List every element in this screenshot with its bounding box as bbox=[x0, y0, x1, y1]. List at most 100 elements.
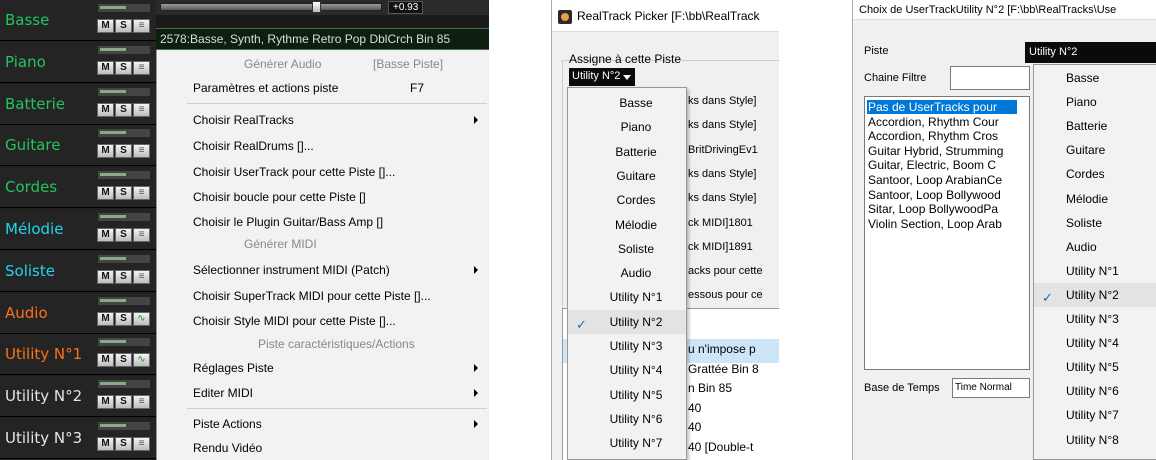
solo-button[interactable]: S bbox=[115, 269, 132, 284]
list-item[interactable]: Santoor, Loop Bollywood bbox=[868, 188, 1001, 202]
track-row[interactable]: Utility N°2 M S ≡ bbox=[0, 376, 156, 418]
list-item[interactable]: Violin Section, Loop Arab bbox=[868, 217, 1002, 231]
track-name[interactable]: Cordes bbox=[5, 178, 57, 196]
track-row[interactable]: Basse M S ≡ bbox=[0, 0, 156, 41]
track-row[interactable]: Utility N°1 M S ∿ bbox=[0, 334, 156, 376]
track-row[interactable]: Audio M S ∿ bbox=[0, 292, 156, 334]
dropdown-option[interactable]: Basse bbox=[568, 91, 686, 115]
mixer-icon[interactable]: ≡ bbox=[133, 228, 150, 242]
solo-button[interactable]: S bbox=[115, 395, 132, 410]
dropdown-option[interactable]: Audio bbox=[1034, 235, 1156, 259]
menu-item-choose-amp-plugin[interactable]: Choisir le Plugin Guitar/Bass Amp [] bbox=[157, 210, 489, 234]
usertracks-list[interactable]: Pas de UserTracks pour Accordion, Rhythm … bbox=[864, 96, 1030, 370]
dropdown-option[interactable]: Utility N°5 bbox=[1034, 355, 1156, 379]
dropdown-option[interactable]: Utility N°3 bbox=[1034, 307, 1156, 331]
dropdown-option[interactable]: Utility N°9 bbox=[1034, 452, 1156, 459]
assign-track-select[interactable]: Utility N°2 bbox=[569, 68, 635, 86]
dropdown-option[interactable]: Soliste bbox=[1034, 211, 1156, 235]
dropdown-option[interactable]: Utility N°4 bbox=[1034, 331, 1156, 355]
mixer-icon[interactable]: ≡ bbox=[133, 144, 150, 159]
dropdown-option[interactable]: Utility N°8 bbox=[1034, 428, 1156, 452]
mixer-icon[interactable]: ≡ bbox=[133, 19, 150, 33]
dropdown-option[interactable]: Cordes bbox=[568, 188, 686, 212]
dropdown-option[interactable]: Utility N°7 bbox=[1034, 403, 1156, 427]
volume-slider[interactable] bbox=[160, 3, 382, 11]
list-item[interactable]: Pas de UserTracks pour bbox=[867, 100, 1017, 114]
dropdown-option[interactable]: Audio bbox=[568, 261, 686, 285]
mixer-icon[interactable]: ≡ bbox=[133, 269, 150, 284]
mute-button[interactable]: M bbox=[97, 19, 114, 33]
filter-input[interactable] bbox=[950, 66, 1030, 90]
solo-button[interactable]: S bbox=[115, 353, 132, 368]
track-name[interactable]: Soliste bbox=[5, 262, 55, 280]
mixer-icon[interactable]: ≡ bbox=[133, 437, 150, 451]
menu-item-track-actions[interactable]: Piste Actions bbox=[157, 412, 489, 436]
list-item[interactable]: Guitar Hybrid, Strumming bbox=[868, 144, 1003, 158]
list-item[interactable]: Sitar, Loop BollywoodPa bbox=[868, 202, 998, 216]
track-row[interactable]: Guitare M S ≡ bbox=[0, 125, 156, 167]
menu-item-choose-realtracks[interactable]: Choisir RealTracks bbox=[157, 108, 489, 132]
track-name[interactable]: Piano bbox=[5, 53, 46, 71]
solo-button[interactable]: S bbox=[115, 437, 132, 451]
track-name[interactable]: Audio bbox=[5, 304, 48, 322]
solo-button[interactable]: S bbox=[115, 228, 132, 242]
dropdown-option[interactable]: Piano bbox=[1034, 90, 1156, 114]
volume-slider-thumb[interactable] bbox=[312, 1, 321, 13]
mute-button[interactable]: M bbox=[97, 60, 114, 75]
mixer-icon[interactable]: ≡ bbox=[133, 395, 150, 410]
dropdown-option[interactable]: Basse bbox=[1034, 66, 1156, 90]
mute-button[interactable]: M bbox=[97, 144, 114, 159]
mute-button[interactable]: M bbox=[97, 186, 114, 201]
dropdown-option[interactable]: Utility N°5 bbox=[568, 383, 686, 407]
dropdown-option[interactable]: Soliste bbox=[568, 237, 686, 261]
mixer-icon[interactable]: ≡ bbox=[133, 102, 150, 117]
dropdown-option[interactable]: Utility N°7 bbox=[568, 431, 686, 455]
track-row[interactable]: Soliste M S ≡ bbox=[0, 250, 156, 292]
dropdown-option[interactable]: Utility N°6 bbox=[1034, 379, 1156, 403]
dropdown-option[interactable]: Mélodie bbox=[1034, 187, 1156, 211]
mute-button[interactable]: M bbox=[97, 437, 114, 451]
menu-item-choose-usertrack[interactable]: Choisir UserTrack pour cette Piste []... bbox=[157, 160, 489, 184]
track-select[interactable]: Utility N°2 bbox=[1025, 42, 1156, 63]
time-base-select[interactable]: Time Normal bbox=[952, 378, 1030, 398]
list-item[interactable]: Accordion, Rhythm Cour bbox=[868, 115, 999, 129]
solo-button[interactable]: S bbox=[115, 144, 132, 159]
mute-button[interactable]: M bbox=[97, 353, 114, 368]
dropdown-option[interactable]: Cordes bbox=[1034, 162, 1156, 186]
mute-button[interactable]: M bbox=[97, 269, 114, 284]
dropdown-option[interactable]: Piano bbox=[568, 115, 686, 139]
track-name[interactable]: Utility N°1 bbox=[5, 345, 82, 363]
list-item[interactable]: Guitar, Electric, Boom C bbox=[868, 158, 996, 172]
menu-item-select-midi-instrument[interactable]: Sélectionner instrument MIDI (Patch) bbox=[157, 258, 489, 282]
dropdown-option[interactable]: Utility N°1 bbox=[568, 285, 686, 309]
mute-button[interactable]: M bbox=[97, 228, 114, 242]
track-name[interactable]: Mélodie bbox=[5, 220, 63, 238]
dropdown-option[interactable]: Guitare bbox=[1034, 138, 1156, 162]
dropdown-option[interactable]: ✓ Utility N°2 bbox=[1034, 282, 1156, 307]
track-name[interactable]: Utility N°3 bbox=[5, 429, 82, 447]
menu-item-track-params[interactable]: Paramètres et actions piste F7 bbox=[157, 76, 489, 100]
dropdown-option[interactable]: Utility N°1 bbox=[1034, 259, 1156, 283]
solo-button[interactable]: S bbox=[115, 60, 132, 75]
menu-item-track-settings[interactable]: Réglages Piste bbox=[157, 356, 489, 380]
list-item[interactable]: Santoor, Loop ArabianCe bbox=[868, 173, 1002, 187]
dropdown-option[interactable]: Utility N°6 bbox=[568, 407, 686, 431]
solo-button[interactable]: S bbox=[115, 102, 132, 117]
track-row[interactable]: Cordes M S ≡ bbox=[0, 167, 156, 209]
dropdown-option[interactable]: Batterie bbox=[568, 140, 686, 164]
dropdown-option[interactable]: ✓ Utility N°2 bbox=[568, 309, 686, 334]
waveform-icon[interactable]: ∿ bbox=[133, 311, 150, 326]
dropdown-option[interactable]: Guitare bbox=[568, 164, 686, 188]
mixer-icon[interactable]: ≡ bbox=[133, 60, 150, 75]
menu-item-choose-loop[interactable]: Choisir boucle pour cette Piste [] bbox=[157, 185, 489, 209]
menu-item-render-video[interactable]: Rendu Vidéo bbox=[157, 436, 489, 460]
track-name[interactable]: Basse bbox=[5, 11, 49, 29]
track-name[interactable]: Guitare bbox=[5, 136, 60, 154]
track-name[interactable]: Utility N°2 bbox=[5, 387, 82, 405]
dropdown-option[interactable]: Batterie bbox=[1034, 114, 1156, 138]
menu-item-choose-realdrums[interactable]: Choisir RealDrums []... bbox=[157, 134, 489, 158]
menu-item-choose-supertrack[interactable]: Choisir SuperTrack MIDI pour cette Piste… bbox=[157, 284, 489, 308]
menu-item-edit-midi[interactable]: Editer MIDI bbox=[157, 381, 489, 405]
mute-button[interactable]: M bbox=[97, 102, 114, 117]
track-name[interactable]: Batterie bbox=[5, 95, 65, 113]
